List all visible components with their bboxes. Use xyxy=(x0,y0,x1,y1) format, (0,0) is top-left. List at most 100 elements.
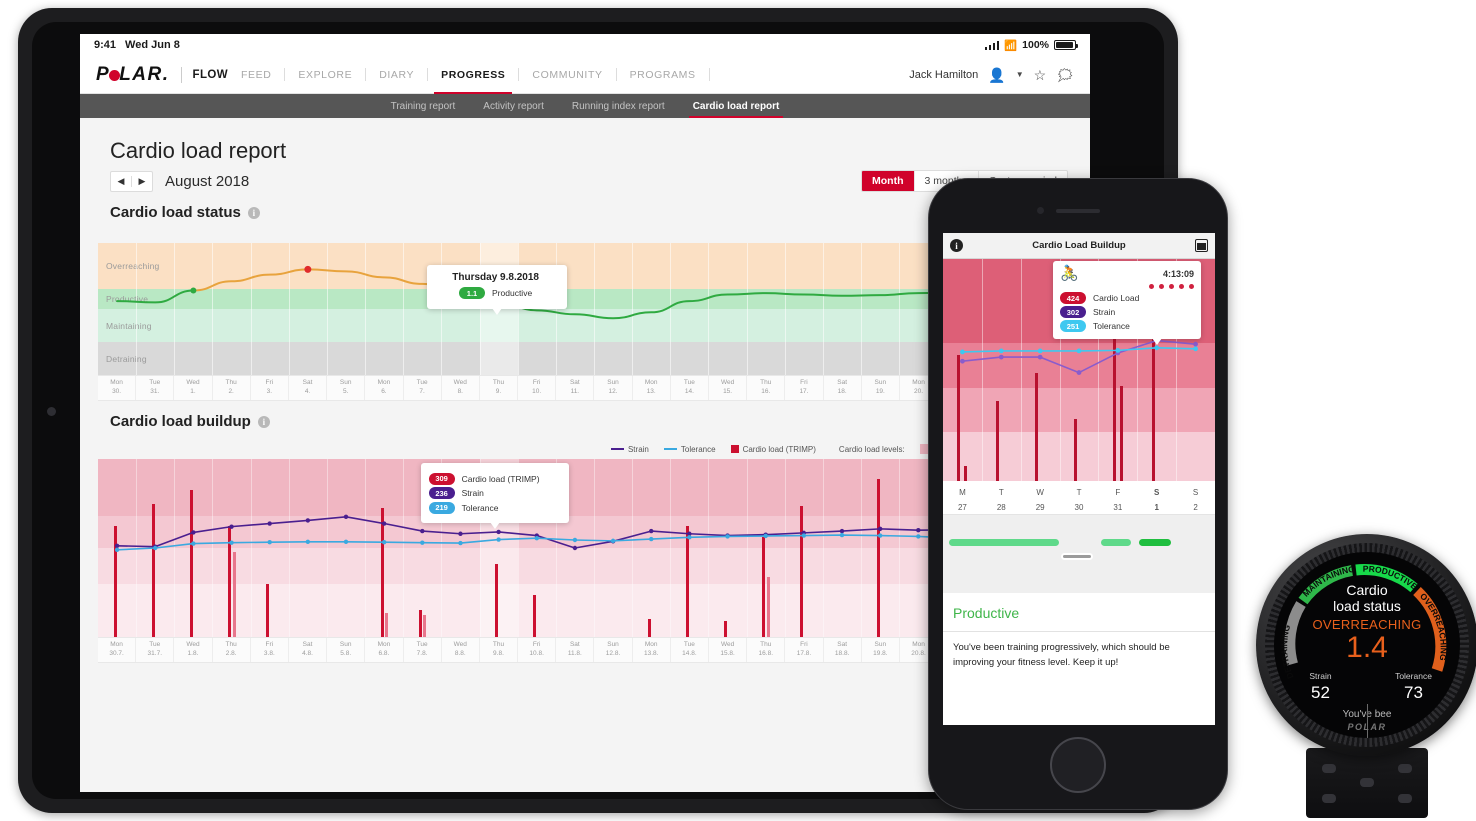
legend-cardio-load[interactable]: Cardio load (TRIMP) xyxy=(730,445,816,454)
tooltip-row: 309 Cardio load (TRIMP) xyxy=(428,472,559,485)
next-month-button[interactable]: ▶ xyxy=(132,172,152,191)
axis-tick-label: Wed 15.8. xyxy=(709,638,748,662)
phone-axis-day[interactable]: F 31 xyxy=(1098,481,1137,514)
tooltip-metric-label: Tolerance xyxy=(1093,321,1130,331)
watch-body: DETRAINING MAINTAINING PRODUCTIVE OVERRE… xyxy=(1256,534,1476,756)
axis-tick-label: Wed 15. xyxy=(709,376,748,400)
nav-item-programs[interactable]: PROGRAMS xyxy=(617,56,709,93)
nav-right-group: Jack Hamilton 👤 ▼ ☆ 🗯 xyxy=(909,68,1074,82)
period-controls: ◀ ▶ August 2018 Month 3 months Custom pe… xyxy=(80,170,1090,192)
status-date: Wed Jun 8 xyxy=(125,39,180,51)
cycling-icon: 🚴 xyxy=(1060,265,1079,282)
phone-axis-day[interactable]: W 29 xyxy=(1021,481,1060,514)
day-number: 1 xyxy=(1154,503,1159,512)
phone-axis-day[interactable]: T 30 xyxy=(1060,481,1099,514)
tablet-camera-icon xyxy=(47,406,56,416)
phone-speaker xyxy=(1056,209,1100,213)
phone-axis-day[interactable]: T 28 xyxy=(982,481,1021,514)
watch-strain-label: Strain xyxy=(1309,671,1332,682)
tolerance-marker-icon xyxy=(663,448,677,450)
legend-label: Strain xyxy=(627,444,649,454)
axis-tick-label: Thu 9.8. xyxy=(480,638,519,662)
calendar-icon[interactable] xyxy=(1195,239,1208,252)
sub-nav-training-report[interactable]: Training report xyxy=(377,94,470,118)
axis-tick-label: Mon 13.8. xyxy=(633,638,671,662)
phone-chart-x-axis: M 27 T 28 W 29 T 30 F 31 S 1 S 2 xyxy=(943,481,1215,515)
legend-tolerance[interactable]: Tolerance xyxy=(663,445,716,454)
nav-item-feed[interactable]: FEED xyxy=(228,56,284,93)
user-avatar-icon[interactable]: 👤 xyxy=(988,68,1005,82)
axis-tick-label: Fri 17. xyxy=(785,376,824,400)
phone-axis-day[interactable]: S2 xyxy=(1176,481,1215,514)
watch-face[interactable]: DETRAINING MAINTAINING PRODUCTIVE OVERRE… xyxy=(1274,552,1460,738)
polar-logo[interactable]: P LAR. xyxy=(96,64,170,86)
tooltip-value-pill: 302 xyxy=(1060,306,1086,318)
period-month[interactable]: Month xyxy=(862,171,915,191)
chevron-down-icon[interactable]: ▼ xyxy=(1016,70,1024,79)
watch-brand-logo: POLAR xyxy=(1347,722,1387,732)
watch-device: DETRAINING MAINTAINING PRODUCTIVE OVERRE… xyxy=(1256,534,1476,819)
user-name[interactable]: Jack Hamilton xyxy=(909,69,978,81)
axis-tick-label: Tue 7. xyxy=(404,376,442,400)
intensity-dot-icon xyxy=(1149,284,1154,289)
day-letter: S xyxy=(1154,488,1160,497)
phone-cardio-load-chart[interactable]: 🚴 4:13:09 424 Cardio Load 302 Strain 251 Tolera… xyxy=(943,259,1215,481)
phone-status-description: You've been training progressively, whic… xyxy=(943,631,1215,670)
activity-pill xyxy=(1139,539,1171,546)
day-number: 31 xyxy=(1113,503,1123,512)
axis-tick-label: Mon 6. xyxy=(365,376,404,400)
sub-nav-activity-report[interactable]: Activity report xyxy=(469,94,558,118)
status-time: 9:41 xyxy=(94,39,117,51)
phone-axis-day[interactable]: M 27 xyxy=(943,481,982,514)
watch-status: OVERREACHING xyxy=(1312,617,1422,633)
sub-navigation: Training report Activity report Running … xyxy=(80,94,1090,118)
legend-levels-title: Cardio load levels: xyxy=(839,445,905,454)
tooltip-arrow xyxy=(489,522,500,529)
phone-activity-bars xyxy=(943,515,1215,593)
cardio-load-marker-icon xyxy=(730,445,739,453)
legend-strain[interactable]: Strain xyxy=(610,444,649,454)
signal-icon xyxy=(984,40,1000,50)
nav-item-explore[interactable]: EXPLORE xyxy=(285,56,365,93)
info-icon[interactable]: i xyxy=(257,415,270,428)
phone-axis-day[interactable]: S1 xyxy=(1137,481,1176,514)
axis-tick-label: Fri 10. xyxy=(518,376,557,400)
info-icon[interactable]: i xyxy=(950,239,963,252)
tooltip-metric-label: Tolerance xyxy=(461,502,499,513)
tooltip-metric-label: Cardio load (TRIMP) xyxy=(461,473,540,484)
nav-item-list: FEED EXPLORE DIARY PROGRESS COMMUNITY PR… xyxy=(228,56,710,94)
watch-readout: Cardio load status OVERREACHING 1.4 Stra… xyxy=(1274,582,1460,720)
nav-item-progress[interactable]: PROGRESS xyxy=(428,56,518,94)
tooltip-value-pill: 424 xyxy=(1060,292,1086,304)
phone-home-button[interactable] xyxy=(1050,737,1106,793)
strain-marker-icon xyxy=(610,448,624,450)
activity-pill xyxy=(949,539,1059,546)
prev-month-button[interactable]: ◀ xyxy=(111,172,131,191)
axis-tick-label: Sat 18. xyxy=(824,376,862,400)
buildup-tooltip: 309 Cardio load (TRIMP) 236 Strain 219 Tolera… xyxy=(420,463,569,529)
axis-tick-label: Fri 3. xyxy=(251,376,289,400)
nav-item-community[interactable]: COMMUNITY xyxy=(519,56,615,93)
info-icon[interactable]: i xyxy=(247,206,260,219)
tooltip-title: Thursday 9.8.2018 xyxy=(452,272,539,283)
tooltip-arrow xyxy=(491,307,502,315)
axis-tick-label: Sat 11.8. xyxy=(556,638,595,662)
watch-strain-metric: Strain 52 xyxy=(1274,671,1367,703)
nav-item-diary[interactable]: DIARY xyxy=(366,56,427,93)
phone-tooltip-duration: 4:13:09 xyxy=(1162,268,1194,279)
axis-tick-label: Wed 8.8. xyxy=(442,638,480,662)
section-title-status: Cardio load status xyxy=(110,204,241,221)
axis-tick-label: Sat 11. xyxy=(556,376,595,400)
sub-nav-cardio-load-report[interactable]: Cardio load report xyxy=(679,94,794,118)
axis-tick-label: Tue 14. xyxy=(671,376,709,400)
strap-hole xyxy=(1398,764,1412,773)
strap-hole xyxy=(1322,794,1336,803)
sub-nav-running-index-report[interactable]: Running index report xyxy=(558,94,679,118)
tooltip-row: 302 Strain xyxy=(1060,306,1194,318)
day-number: 27 xyxy=(957,503,967,512)
tooltip-arrow xyxy=(1151,338,1162,345)
day-letter: T xyxy=(1076,488,1082,497)
chat-icon[interactable]: 🗯 xyxy=(1056,68,1074,82)
watch-strain-value: 52 xyxy=(1311,683,1330,703)
star-icon[interactable]: ☆ xyxy=(1034,68,1047,82)
